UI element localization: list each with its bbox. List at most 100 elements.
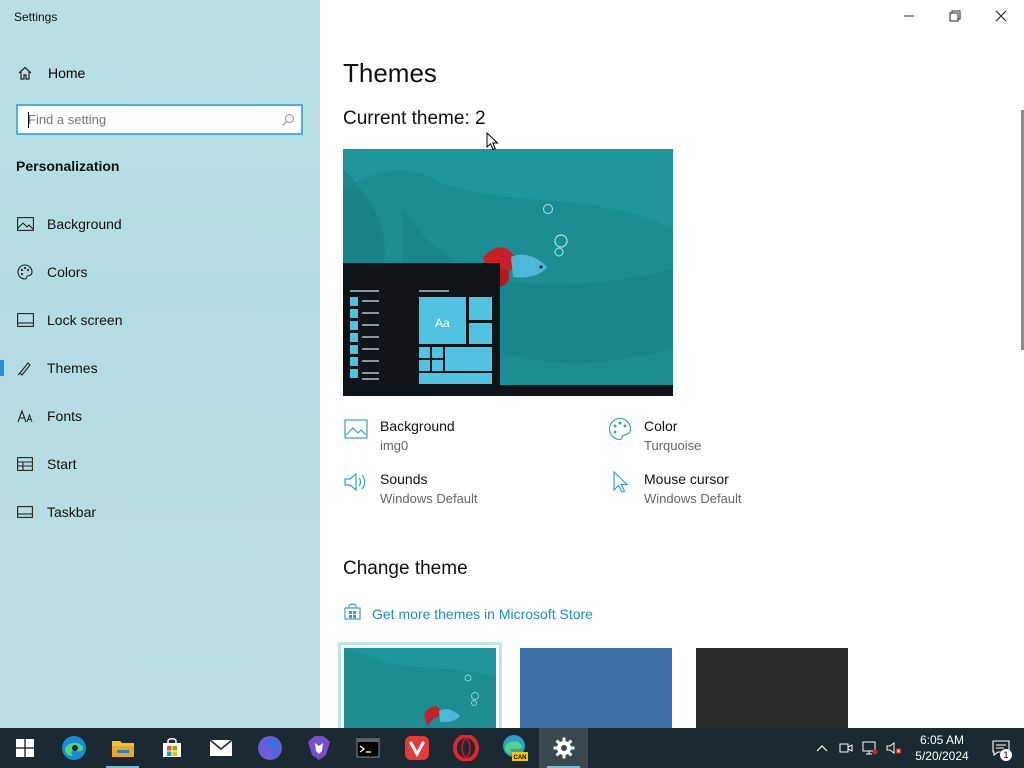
theme-thumb-dark[interactable] (696, 648, 848, 728)
terminal-icon (356, 738, 379, 758)
firefox-icon (257, 736, 282, 760)
lock-screen-icon (16, 311, 34, 329)
taskbar-vivaldi[interactable] (392, 728, 441, 768)
taskbar-mail[interactable] (196, 728, 245, 768)
notification-count: 1 (1000, 749, 1012, 761)
prop-color[interactable]: Color Turquoise (607, 416, 701, 455)
palette-icon (607, 416, 633, 442)
prop-mouse-cursor[interactable]: Mouse cursor Windows Default (607, 469, 742, 508)
sidebar-item-lock-screen[interactable]: Lock screen (0, 296, 320, 344)
volume-button[interactable] (882, 728, 906, 768)
clock-date: 5/20/2024 (915, 749, 969, 763)
taskbar-icon (16, 503, 34, 521)
section-heading: Personalization (16, 158, 120, 174)
main-content: Themes Current theme: 2 Aa Background im… (320, 0, 1024, 734)
store-link-label: Get more themes in Microsoft Store (372, 606, 593, 622)
minimize-icon (904, 15, 914, 17)
sidebar-item-start[interactable]: Start (0, 440, 320, 488)
close-icon (995, 10, 1007, 22)
theme-thumb-image (344, 648, 496, 728)
search-input[interactable] (18, 106, 275, 133)
home-icon (16, 64, 34, 82)
page-title: Themes (343, 58, 437, 88)
prop-sounds[interactable]: Sounds Windows Default (343, 469, 478, 508)
sidebar-item-fonts[interactable]: Fonts (0, 392, 320, 440)
system-tray: 6:05 AM 5/20/2024 1 (810, 728, 1024, 768)
sidebar-nav: Background Colors Lock screen Themes Fon… (0, 200, 320, 536)
change-theme-heading: Change theme (343, 558, 468, 579)
sidebar-item-label: Taskbar (47, 504, 97, 520)
close-button[interactable] (978, 0, 1024, 32)
sidebar-item-label: Lock screen (47, 312, 123, 328)
brave-icon (307, 736, 330, 760)
restore-icon (949, 10, 961, 22)
sidebar-home-label: Home (48, 65, 86, 81)
edge-icon (61, 736, 86, 760)
store-icon (162, 738, 181, 757)
canary-badge: CAN (513, 755, 526, 761)
current-theme-heading: Current theme: 2 (343, 108, 486, 129)
windows-icon (15, 739, 34, 757)
taskbar-brave[interactable] (294, 728, 343, 768)
network-button[interactable] (858, 728, 882, 768)
prop-name: Sounds (380, 471, 428, 487)
store-link[interactable]: Get more themes in Microsoft Store (343, 602, 593, 626)
action-center-button[interactable]: 1 (978, 728, 1024, 768)
prop-value: Windows Default (644, 491, 742, 506)
mouse-pointer-icon (486, 132, 499, 151)
prop-name: Mouse cursor (644, 471, 729, 487)
theme-thumb-2[interactable] (338, 642, 502, 734)
theme-thumb-blue[interactable] (520, 648, 672, 728)
prop-value: img0 (380, 438, 409, 453)
taskbar-microsoft-store[interactable] (147, 728, 196, 768)
meet-now-button[interactable] (834, 728, 858, 768)
theme-thumb-swatch (696, 648, 848, 728)
taskbar-file-explorer[interactable] (98, 728, 147, 768)
preview-tile-label: Aa (435, 316, 450, 330)
search-box[interactable] (16, 104, 303, 135)
sidebar-item-label: Background (47, 216, 122, 232)
mail-icon (209, 739, 232, 756)
image-icon (16, 215, 34, 233)
sidebar-home[interactable]: Home (16, 63, 85, 83)
taskbar-firefox[interactable] (245, 728, 294, 768)
sidebar-item-label: Colors (47, 264, 88, 280)
start-icon (16, 455, 34, 473)
network-icon (862, 741, 878, 755)
theme-preview-image (343, 149, 673, 396)
sidebar-item-taskbar[interactable]: Taskbar (0, 488, 320, 536)
chevron-up-icon (816, 745, 828, 752)
speaker-icon (343, 469, 369, 495)
start-button[interactable] (0, 728, 49, 768)
taskbar-terminal[interactable] (343, 728, 392, 768)
restore-button[interactable] (932, 0, 978, 32)
taskbar-edge-canary[interactable]: CAN (490, 728, 539, 768)
show-hidden-icons-button[interactable] (810, 728, 834, 768)
window-controls (886, 0, 1024, 32)
opera-icon (452, 735, 479, 761)
app-title: Settings (14, 10, 58, 24)
search-icon[interactable] (275, 113, 301, 127)
sidebar-item-label: Themes (47, 360, 98, 376)
prop-background[interactable]: Background img0 (343, 416, 455, 455)
sidebar-item-background[interactable]: Background (0, 200, 320, 248)
theme-thumb-swatch (520, 648, 672, 728)
cursor-icon (607, 469, 633, 495)
sidebar-item-label: Fonts (47, 408, 83, 424)
prop-value: Turquoise (644, 438, 702, 453)
vivaldi-icon (404, 736, 429, 760)
taskbar-opera[interactable] (441, 728, 490, 768)
palette-icon (16, 263, 34, 281)
clock[interactable]: 6:05 AM 5/20/2024 (906, 732, 978, 764)
theme-preview: Aa (343, 149, 673, 396)
sidebar-item-colors[interactable]: Colors (0, 248, 320, 296)
minimize-button[interactable] (886, 0, 932, 32)
taskbar-settings[interactable] (539, 728, 588, 768)
fonts-icon (16, 407, 34, 425)
prop-value: Windows Default (380, 491, 478, 506)
image-icon (343, 416, 369, 442)
taskbar: CAN 6:05 AM 5/20/2024 1 (0, 728, 1024, 768)
themes-icon (16, 359, 34, 377)
taskbar-edge[interactable] (49, 728, 98, 768)
sidebar-item-themes[interactable]: Themes (0, 344, 320, 392)
